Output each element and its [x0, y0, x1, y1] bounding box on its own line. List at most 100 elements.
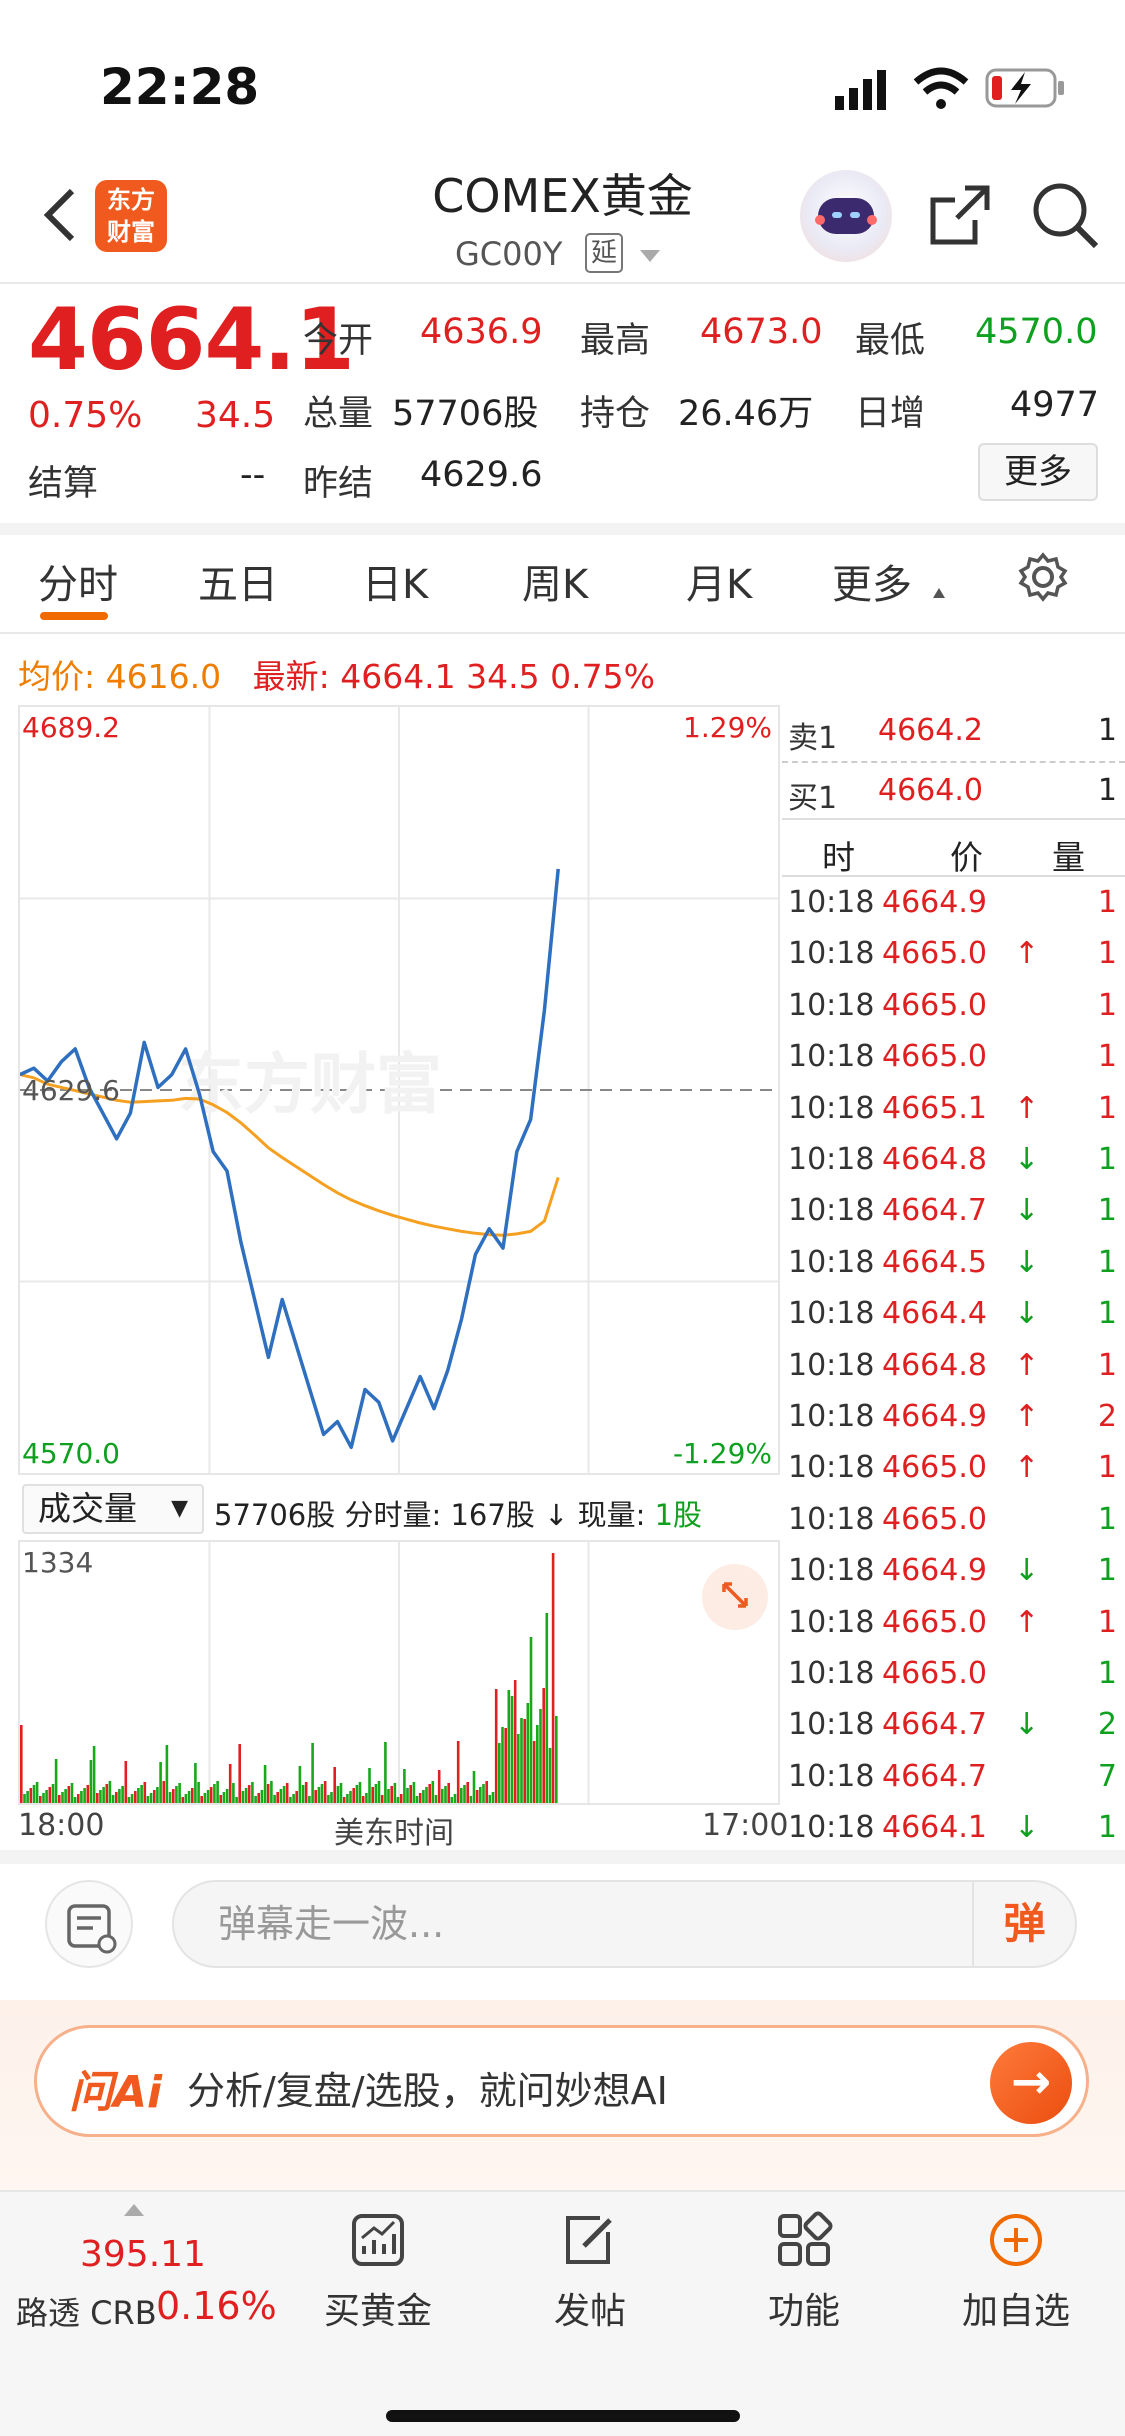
trade-volume: 1 [1097, 1142, 1117, 1177]
gear-icon[interactable] [1018, 552, 1068, 602]
volume-bar [73, 1797, 77, 1803]
add-watchlist-button[interactable]: 加自选 [916, 2192, 1116, 2334]
trade-price: 4664.8 [882, 1347, 987, 1383]
tab-active-indicator [40, 612, 108, 620]
volume-bar [333, 1767, 336, 1803]
volume-bar [523, 1719, 526, 1803]
volume-bar [418, 1793, 422, 1803]
volume-bar [488, 1795, 492, 1803]
volume-bar [48, 1787, 52, 1803]
indicator-select-value: 成交量 [38, 1489, 137, 1528]
volume-bar [447, 1783, 450, 1803]
tab-daily-k[interactable]: 日K [362, 552, 428, 610]
volume-bar [336, 1786, 340, 1803]
expand-chart-button[interactable] [702, 1564, 768, 1630]
volume-bar [89, 1760, 93, 1803]
ask-row: 卖1 4664.2 1 [782, 705, 1125, 756]
volume-total: 57706股 [214, 1498, 336, 1532]
trade-price: 4664.1 [882, 1810, 987, 1846]
volume-bar [526, 1703, 530, 1803]
volume-bar [96, 1793, 99, 1803]
settle-value: -- [240, 455, 266, 495]
indicator-select[interactable]: 成交量 ▼ [22, 1484, 204, 1534]
tab-weekly-k[interactable]: 周K [522, 552, 588, 610]
volume-bar [422, 1790, 425, 1803]
volume-bar [301, 1785, 305, 1803]
trade-row: 10:18 4665.0 ↑ 1 [782, 1442, 1125, 1493]
volume-bar [32, 1785, 36, 1803]
trade-volume: 1 [1097, 1347, 1117, 1383]
more-quote-button[interactable]: 更多 [978, 443, 1098, 501]
share-icon[interactable] [925, 180, 995, 250]
volume-bar [355, 1785, 359, 1803]
prev-close-label: 4629.6 [22, 1074, 120, 1107]
volume-bar [494, 1689, 498, 1803]
volume-bar [206, 1790, 210, 1803]
tab-intraday[interactable]: 分时 [38, 552, 118, 610]
ai-ask-bar[interactable]: 问Ai 分析/复盘/选股，就问妙想AI → [34, 2025, 1089, 2137]
trade-price: 4664.7 [882, 1758, 987, 1794]
trade-direction-icon: ↑ [1014, 1604, 1040, 1640]
volume-chart[interactable]: 1334 [18, 1540, 780, 1805]
cellular-signal-icon [835, 70, 886, 110]
trade-price: 4664.7 [882, 1193, 987, 1229]
volume-bar [317, 1787, 321, 1803]
danmaku-toggle-button[interactable]: 弹 [972, 1882, 1075, 1966]
trade-direction-icon: ↓ [1014, 1553, 1040, 1589]
bid-row: 买1 4664.0 1 [782, 765, 1125, 816]
buy-gold-button[interactable]: 买黄金 [278, 2192, 478, 2334]
danmaku-settings-button[interactable] [45, 1880, 133, 1968]
intraday-chart[interactable]: 东方财富 4689.2 4629.6 4570.0 1.29% -1.29% [18, 705, 780, 1475]
volume-bar [42, 1793, 45, 1803]
bid-price: 4664.0 [878, 773, 983, 808]
trade-row: 10:18 4664.9 1 [782, 877, 1125, 928]
volume-bar [412, 1782, 416, 1803]
volume-bar [235, 1797, 238, 1803]
volume-bar [450, 1797, 454, 1803]
volume-bar [80, 1791, 83, 1803]
functions-button[interactable]: 功能 [704, 2192, 904, 2334]
tab-five-day[interactable]: 五日 [198, 552, 278, 610]
volume-bar [134, 1791, 137, 1803]
volume-bar [99, 1790, 102, 1803]
danmaku-input[interactable]: 弹幕走一波... [172, 1880, 1077, 1968]
volume-bar [276, 1792, 279, 1803]
trade-row: 10:18 4665.0 ↑ 1 [782, 1597, 1125, 1648]
volume-bar [298, 1766, 302, 1803]
open-interest-label: 持仓 [580, 394, 651, 434]
volume-bar [415, 1796, 419, 1803]
volume-value: 57706股 [392, 394, 539, 434]
ai-go-button[interactable]: → [990, 2042, 1072, 2124]
volume-bar [45, 1790, 48, 1803]
wifi-icon [913, 67, 969, 109]
trade-direction-icon: ↑ [1014, 1399, 1040, 1434]
trade-time: 10:18 [788, 936, 875, 972]
crb-pct: 0.16% [156, 2284, 277, 2328]
trade-time: 10:18 [788, 885, 875, 920]
volume-bar [273, 1795, 276, 1803]
chart-lines [19, 868, 560, 1450]
volume-bar [203, 1793, 207, 1803]
volume-bar [165, 1745, 169, 1803]
volume-bar [529, 1637, 533, 1803]
volume-bar [323, 1781, 327, 1803]
search-icon[interactable] [1030, 180, 1100, 250]
ai-logo: 问Ai [69, 2067, 163, 2118]
tab-more[interactable]: 更多 [832, 552, 912, 610]
pct-min-label: -1.29% [673, 1437, 772, 1470]
ai-assistant-avatar[interactable] [800, 170, 892, 262]
plus-circle-icon [990, 2214, 1042, 2266]
volume-bar [551, 1553, 555, 1803]
trade-direction-icon: ↓ [1014, 1296, 1040, 1332]
volume-bar [504, 1728, 507, 1803]
tab-monthly-k[interactable]: 月K [686, 552, 752, 610]
volume-bar [238, 1744, 241, 1803]
post-button[interactable]: 发帖 [490, 2192, 690, 2334]
volume-bar [555, 1716, 558, 1803]
contract-dropdown-icon[interactable] [640, 250, 660, 262]
contract-code[interactable]: GC00Y [455, 235, 562, 273]
crb-label: 路透 CRB [16, 2294, 157, 2332]
volume-bar [460, 1788, 463, 1803]
volume-label: 总量 [303, 394, 374, 434]
volume-bar [244, 1788, 248, 1803]
